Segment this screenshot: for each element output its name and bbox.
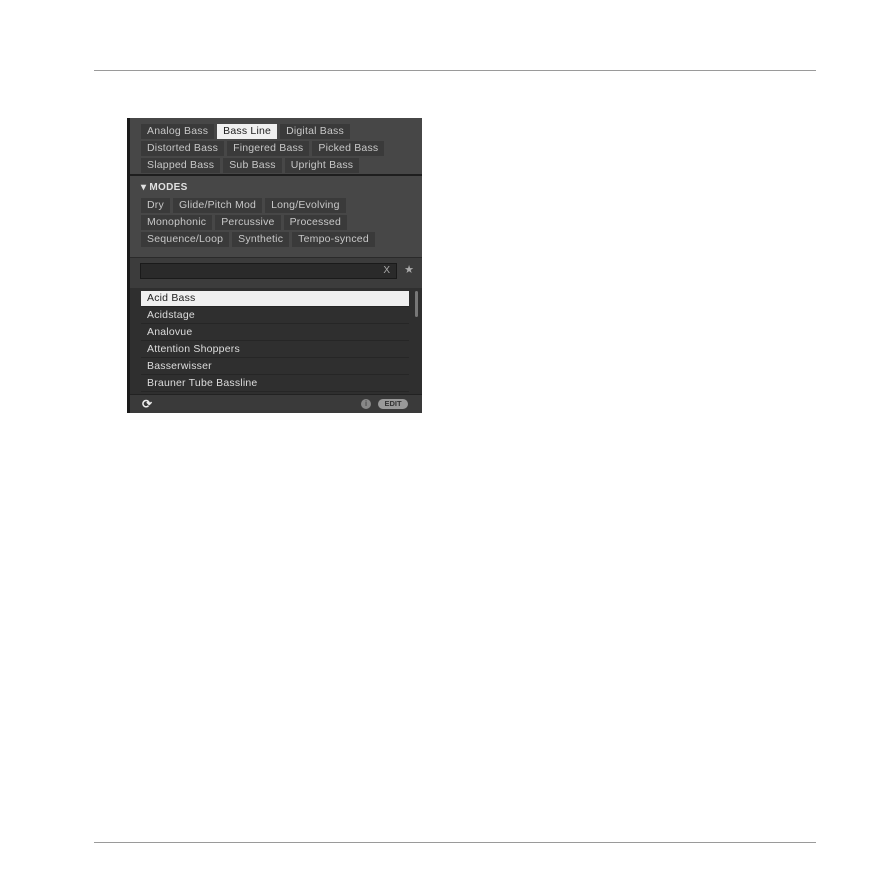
mode-tag[interactable]: Sequence/Loop xyxy=(141,232,230,247)
browser-panel: Analog Bass Bass Line Digital Bass Distorte… xyxy=(127,118,422,413)
type-tag[interactable]: Slapped Bass xyxy=(141,158,221,173)
search-bar: X ★ xyxy=(130,257,422,288)
list-item[interactable]: Acid Bass xyxy=(141,291,409,307)
list-item[interactable]: Attention Shoppers xyxy=(141,342,409,358)
type-tag[interactable]: Sub Bass xyxy=(223,158,282,173)
type-tag[interactable]: Digital Bass xyxy=(280,124,350,139)
info-button[interactable]: i xyxy=(361,399,371,409)
footer-rule xyxy=(94,842,816,843)
type-tag[interactable]: Upright Bass xyxy=(284,158,360,173)
list-item[interactable]: Basserwisser xyxy=(141,359,409,375)
list-item[interactable]: Acidstage xyxy=(141,308,409,324)
mode-tag[interactable]: Processed xyxy=(283,215,347,230)
mode-tag[interactable]: Tempo-synced xyxy=(292,232,375,247)
modes-header[interactable]: ▾ MODES xyxy=(141,182,422,193)
list-item[interactable]: Analovue xyxy=(141,325,409,341)
type-tag[interactable]: Picked Bass xyxy=(312,141,385,156)
clear-search-button[interactable]: X xyxy=(383,265,390,276)
types-section: Analog Bass Bass Line Digital Bass Distorte… xyxy=(130,118,422,176)
list-item[interactable]: Brauner Tube Bassline xyxy=(141,376,409,392)
search-input[interactable]: X xyxy=(140,263,397,279)
mode-tag[interactable]: Monophonic xyxy=(141,215,213,230)
type-tag[interactable]: Analog Bass xyxy=(141,124,215,139)
type-tag[interactable]: Distorted Bass xyxy=(141,141,225,156)
results-list: Acid Bass Acidstage Analovue Attention Shop… xyxy=(130,288,422,394)
type-tag[interactable]: Bass Line xyxy=(217,124,278,139)
mode-tag[interactable]: Glide/Pitch Mod xyxy=(172,198,263,213)
scrollbar[interactable] xyxy=(415,291,418,317)
mode-tag[interactable]: Percussive xyxy=(215,215,281,230)
mode-tag[interactable]: Synthetic xyxy=(232,232,290,247)
refresh-icon[interactable]: ⟳ xyxy=(142,397,152,411)
footer-bar: ⟳ i EDIT xyxy=(130,394,422,413)
mode-tag[interactable]: Dry xyxy=(141,198,170,213)
type-tag[interactable]: Fingered Bass xyxy=(227,141,310,156)
modes-label: MODES xyxy=(149,182,188,193)
mode-tag[interactable]: Long/Evolving xyxy=(265,198,346,213)
header-rule xyxy=(94,70,816,71)
star-icon[interactable]: ★ xyxy=(404,263,414,276)
modes-section: ▾ MODES Dry Glide/Pitch Mod Long/Evolving M… xyxy=(130,176,422,257)
edit-button[interactable]: EDIT xyxy=(378,399,408,409)
